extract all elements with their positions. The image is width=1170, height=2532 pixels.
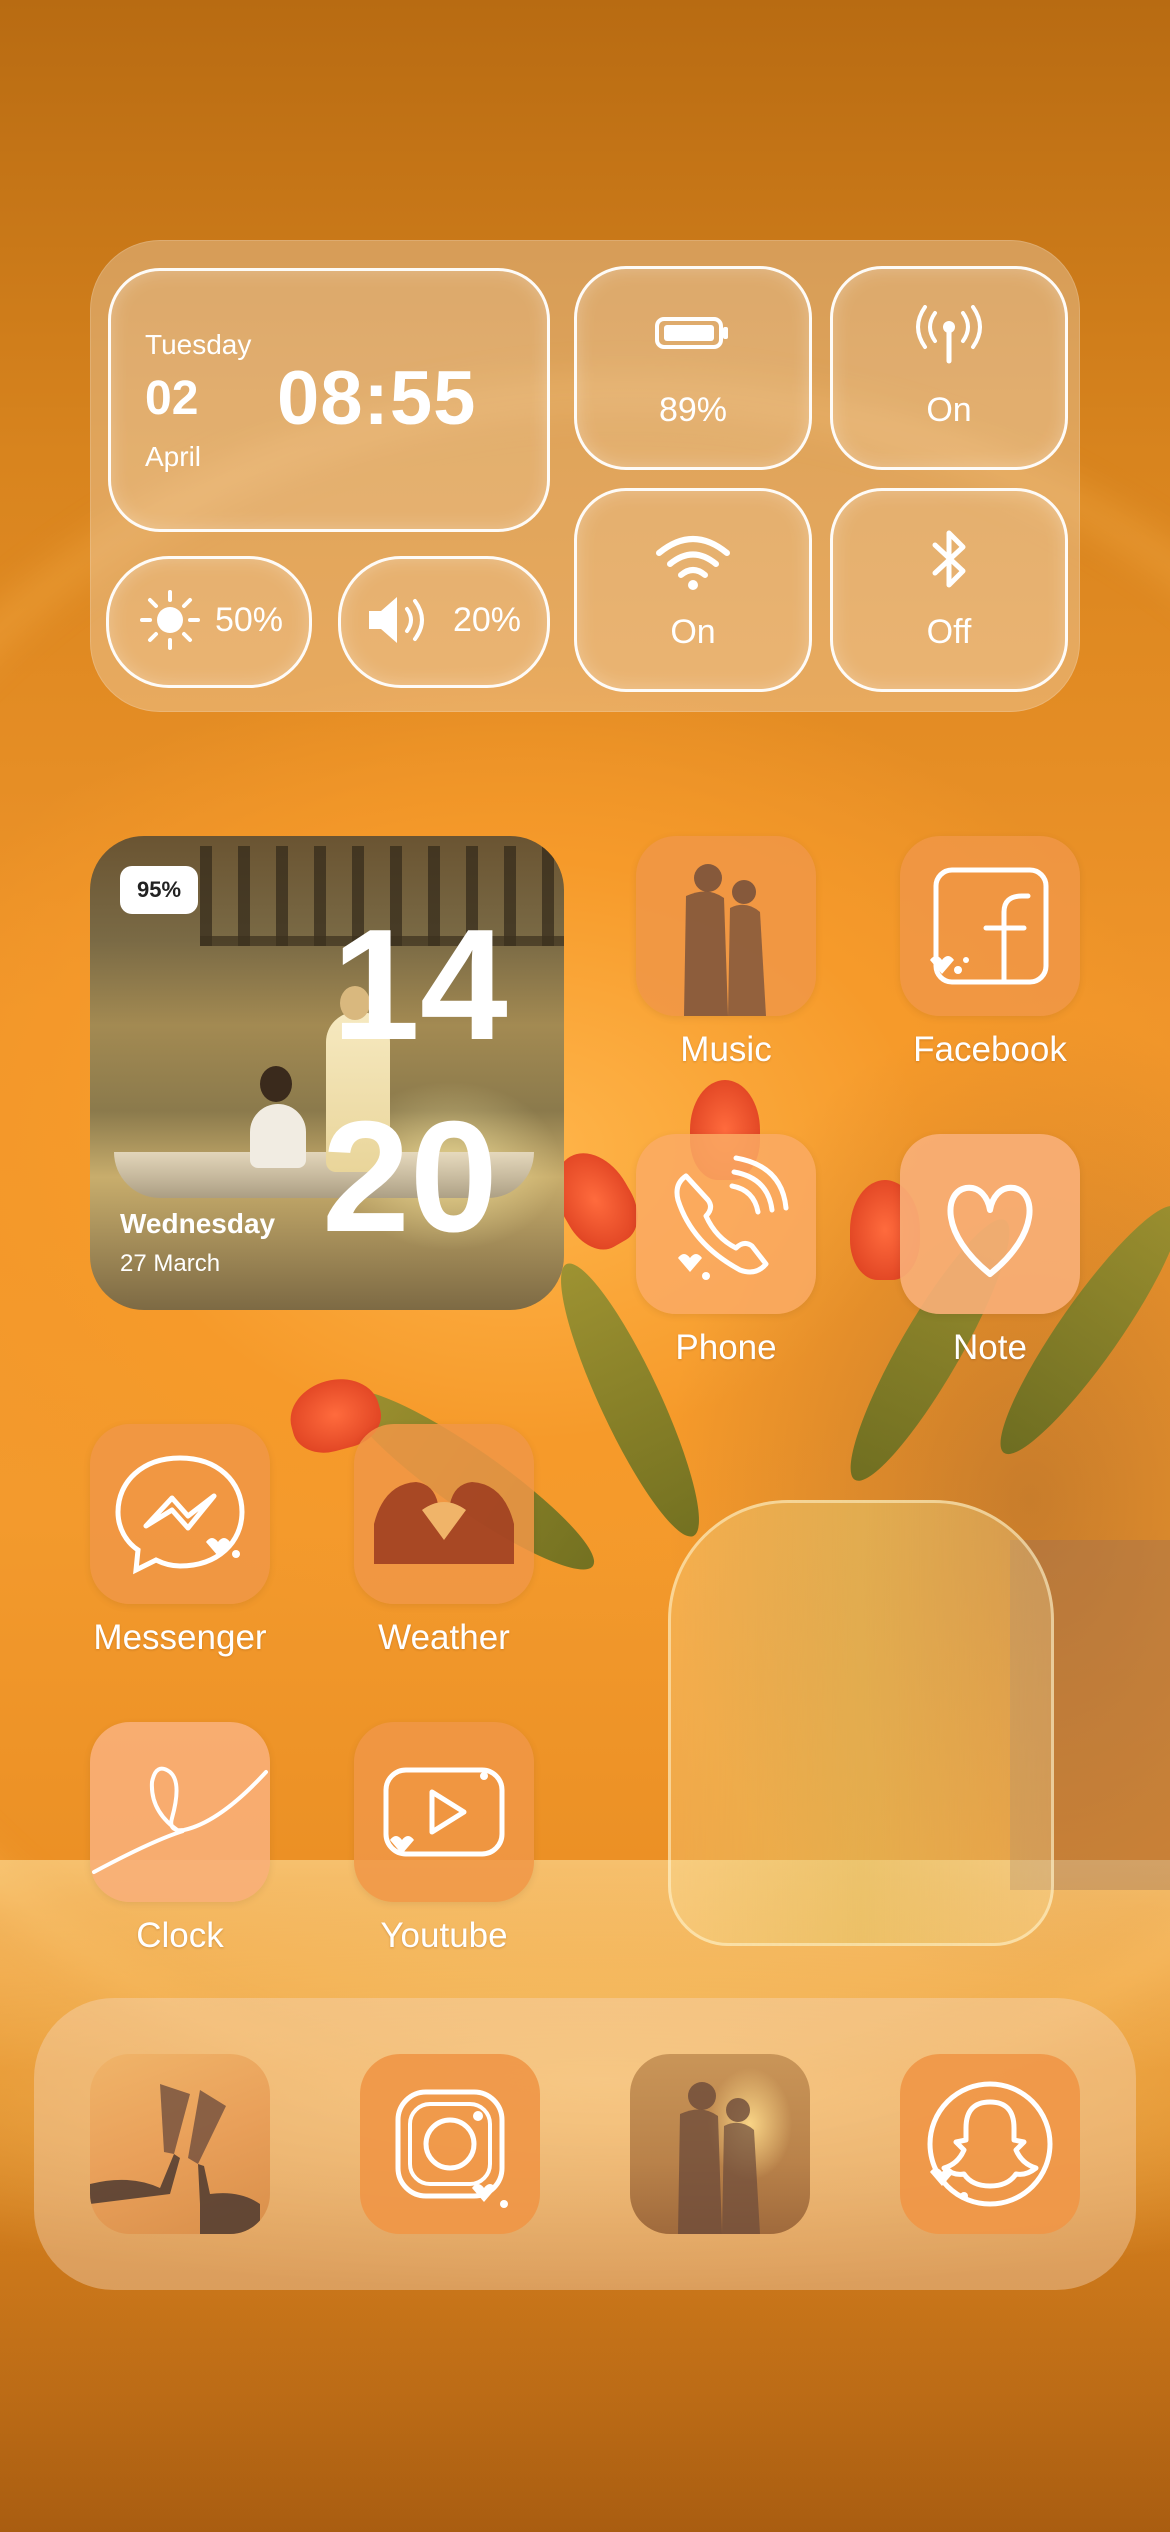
app-clock[interactable]: Clock bbox=[90, 1722, 270, 1956]
battery-tile[interactable]: 89% bbox=[574, 266, 812, 470]
man-head bbox=[260, 1066, 292, 1102]
widget-day-name: Wednesday bbox=[120, 1208, 276, 1239]
youtube-icon bbox=[354, 1722, 534, 1902]
app-phone[interactable]: Phone bbox=[636, 1134, 816, 1368]
app-label-youtube: Youtube bbox=[380, 1916, 508, 1955]
bluetooth-label: Off bbox=[926, 613, 972, 651]
phone-icon bbox=[636, 1134, 816, 1314]
app-music[interactable]: Music bbox=[636, 836, 816, 1070]
clock-time: 08:55 bbox=[277, 356, 477, 441]
app-note[interactable]: Note bbox=[900, 1134, 1080, 1368]
instagram-icon[interactable] bbox=[360, 2054, 540, 2234]
clock-hour: 14 bbox=[332, 897, 508, 1073]
widget-date: 27 March bbox=[120, 1250, 221, 1277]
app-label-note: Note bbox=[953, 1328, 1027, 1367]
day-name: Tuesday bbox=[145, 329, 252, 360]
messenger-icon bbox=[90, 1424, 270, 1604]
photo-clock-widget[interactable]: 95% 14 20 Wednesday 27 March bbox=[90, 836, 564, 1310]
facebook-icon bbox=[900, 836, 1080, 1016]
brightness-label: 50% bbox=[214, 601, 283, 639]
couple-photo-icon bbox=[636, 836, 816, 1016]
bluetooth-tile[interactable]: Off bbox=[830, 488, 1068, 692]
snapchat-icon[interactable] bbox=[900, 2054, 1080, 2234]
wifi-icon bbox=[577, 531, 809, 596]
app-youtube[interactable]: Youtube bbox=[354, 1722, 534, 1956]
clock-icon bbox=[90, 1722, 270, 1902]
app-facebook[interactable]: Facebook bbox=[900, 836, 1080, 1070]
heart-hands-photo-icon bbox=[354, 1424, 534, 1604]
heart-icon bbox=[900, 1134, 1080, 1314]
home-screen: Tuesday 02 April 08:55 89% On On Off 50%… bbox=[0, 0, 1170, 2532]
app-label-phone: Phone bbox=[675, 1328, 777, 1367]
battery-icon bbox=[577, 313, 809, 358]
app-label-messenger: Messenger bbox=[93, 1618, 267, 1657]
wifi-label: On bbox=[670, 613, 716, 651]
app-label-clock: Clock bbox=[136, 1916, 224, 1955]
cellular-tile[interactable]: On bbox=[830, 266, 1068, 470]
month-name: April bbox=[145, 441, 202, 472]
app-label-weather: Weather bbox=[378, 1618, 510, 1657]
battery-label: 89% bbox=[658, 391, 728, 429]
wifi-tile[interactable]: On bbox=[574, 488, 812, 692]
volume-pill[interactable]: 20% bbox=[338, 556, 550, 688]
man-figure bbox=[250, 1104, 306, 1168]
volume-label: 20% bbox=[452, 601, 521, 639]
antenna-icon bbox=[833, 305, 1065, 370]
toast-photo-icon[interactable] bbox=[90, 2054, 270, 2234]
bluetooth-icon bbox=[833, 527, 1065, 596]
couple-photo-icon[interactable] bbox=[630, 2054, 810, 2234]
battery-badge: 95% bbox=[120, 866, 198, 914]
app-messenger[interactable]: Messenger bbox=[90, 1424, 270, 1658]
speaker-icon bbox=[363, 589, 433, 656]
cellular-label: On bbox=[926, 391, 972, 429]
date-time-tile: Tuesday 02 April 08:55 bbox=[108, 268, 550, 532]
brightness-pill[interactable]: 50% bbox=[106, 556, 312, 688]
app-label-music: Music bbox=[680, 1030, 772, 1069]
app-weather[interactable]: Weather bbox=[354, 1424, 534, 1658]
day-number: 02 bbox=[145, 372, 199, 425]
clock-minute: 20 bbox=[322, 1089, 498, 1265]
sun-icon bbox=[139, 589, 201, 656]
app-label-facebook: Facebook bbox=[913, 1030, 1067, 1069]
